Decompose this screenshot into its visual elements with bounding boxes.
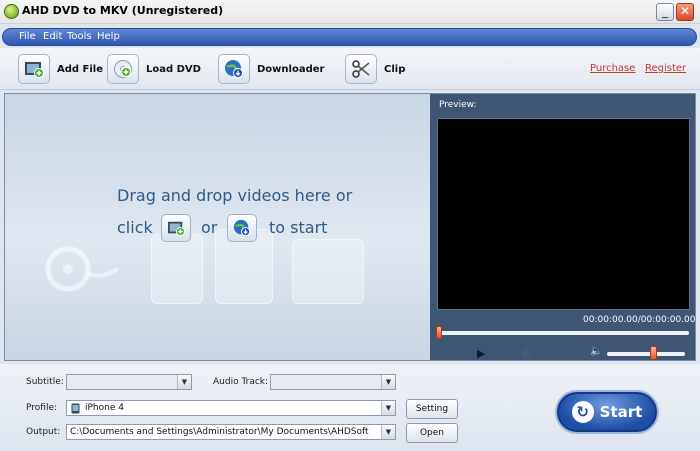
phone-icon bbox=[71, 403, 80, 414]
setting-button[interactable]: Setting bbox=[406, 399, 458, 419]
menu-file[interactable]: File bbox=[19, 31, 36, 42]
film-reel-icon bbox=[45, 246, 120, 292]
title-bar: AHD DVD to MKV (Unregistered) _ ✕ bbox=[0, 0, 700, 24]
drop-click-text: click bbox=[117, 218, 153, 237]
stop-button[interactable]: ■ bbox=[521, 347, 530, 358]
volume-icon[interactable]: 🔈 bbox=[590, 346, 602, 357]
drop-hint-text: Drag and drop videos here or bbox=[117, 186, 353, 205]
start-label: Start bbox=[599, 403, 643, 421]
preview-screen bbox=[437, 118, 690, 310]
open-button[interactable]: Open bbox=[406, 423, 458, 443]
chevron-down-icon: ▼ bbox=[381, 401, 395, 415]
close-button[interactable]: ✕ bbox=[676, 3, 694, 21]
add-file-button[interactable]: Add File bbox=[18, 53, 103, 85]
play-button[interactable]: ▶ bbox=[477, 347, 485, 360]
app-icon bbox=[4, 4, 19, 19]
photo-silhouette-icon bbox=[292, 239, 364, 304]
main-panel: Drag and drop videos here or click or to… bbox=[4, 93, 696, 361]
drop-add-file-button[interactable] bbox=[161, 214, 191, 242]
add-file-icon bbox=[168, 221, 185, 236]
drop-to-start-text: to start bbox=[269, 218, 328, 237]
scissors-icon bbox=[345, 54, 377, 84]
toolbar: Add File Load DVD Downloader Clip Purcha… bbox=[0, 48, 700, 90]
volume-slider-handle[interactable] bbox=[650, 346, 658, 360]
output-path-value: C:\Documents and Settings\Administrator\… bbox=[70, 427, 369, 437]
audio-track-select[interactable]: ▼ bbox=[270, 374, 396, 390]
downloader-label: Downloader bbox=[257, 63, 325, 75]
phone-silhouette-icon bbox=[151, 234, 203, 304]
window-title: AHD DVD to MKV (Unregistered) bbox=[22, 4, 224, 17]
profile-select[interactable]: iPhone 4 ▼ bbox=[66, 400, 396, 416]
time-display: 00:00:00.00/00:00:00.00 bbox=[583, 315, 696, 325]
add-file-label: Add File bbox=[57, 63, 104, 75]
refresh-icon: ↻ bbox=[571, 401, 594, 423]
audio-track-label: Audio Track: bbox=[213, 377, 269, 387]
seek-slider-handle[interactable] bbox=[436, 326, 442, 339]
register-link[interactable]: Register bbox=[645, 63, 686, 74]
dvd-icon bbox=[107, 54, 139, 84]
load-dvd-label: Load DVD bbox=[146, 63, 201, 75]
start-button[interactable]: ↻ Start bbox=[557, 392, 657, 432]
drop-area[interactable]: Drag and drop videos here or click or to… bbox=[5, 94, 430, 360]
profile-value: iPhone 4 bbox=[85, 403, 124, 413]
menu-help[interactable]: Help bbox=[97, 31, 120, 42]
add-file-icon bbox=[18, 54, 50, 84]
minimize-button[interactable]: _ bbox=[656, 3, 674, 21]
menu-bar: File Edit Tools Help bbox=[2, 28, 697, 46]
globe-download-icon bbox=[218, 54, 250, 84]
menu-edit[interactable]: Edit bbox=[43, 31, 62, 42]
drop-downloader-button[interactable] bbox=[227, 214, 257, 242]
output-label: Output: bbox=[26, 427, 61, 437]
output-path-select[interactable]: C:\Documents and Settings\Administrator\… bbox=[66, 424, 396, 440]
clip-button[interactable]: Clip bbox=[345, 53, 405, 85]
seek-slider-track[interactable] bbox=[436, 331, 689, 335]
load-dvd-button[interactable]: Load DVD bbox=[107, 53, 201, 85]
clip-label: Clip bbox=[384, 63, 406, 75]
preview-label: Preview: bbox=[439, 100, 477, 110]
purchase-link[interactable]: Purchase bbox=[590, 63, 635, 74]
chevron-down-icon: ▼ bbox=[177, 375, 191, 389]
downloader-button[interactable]: Downloader bbox=[218, 53, 324, 85]
profile-label: Profile: bbox=[26, 403, 58, 413]
chevron-down-icon: ▼ bbox=[381, 375, 395, 389]
chevron-down-icon: ▼ bbox=[381, 425, 395, 439]
subtitle-label: Subtitle: bbox=[26, 377, 64, 387]
volume-slider-track[interactable] bbox=[607, 352, 685, 356]
drop-or-text: or bbox=[201, 218, 218, 237]
globe-download-icon bbox=[233, 219, 251, 237]
menu-tools[interactable]: Tools bbox=[67, 31, 92, 42]
subtitle-select[interactable]: ▼ bbox=[66, 374, 192, 390]
